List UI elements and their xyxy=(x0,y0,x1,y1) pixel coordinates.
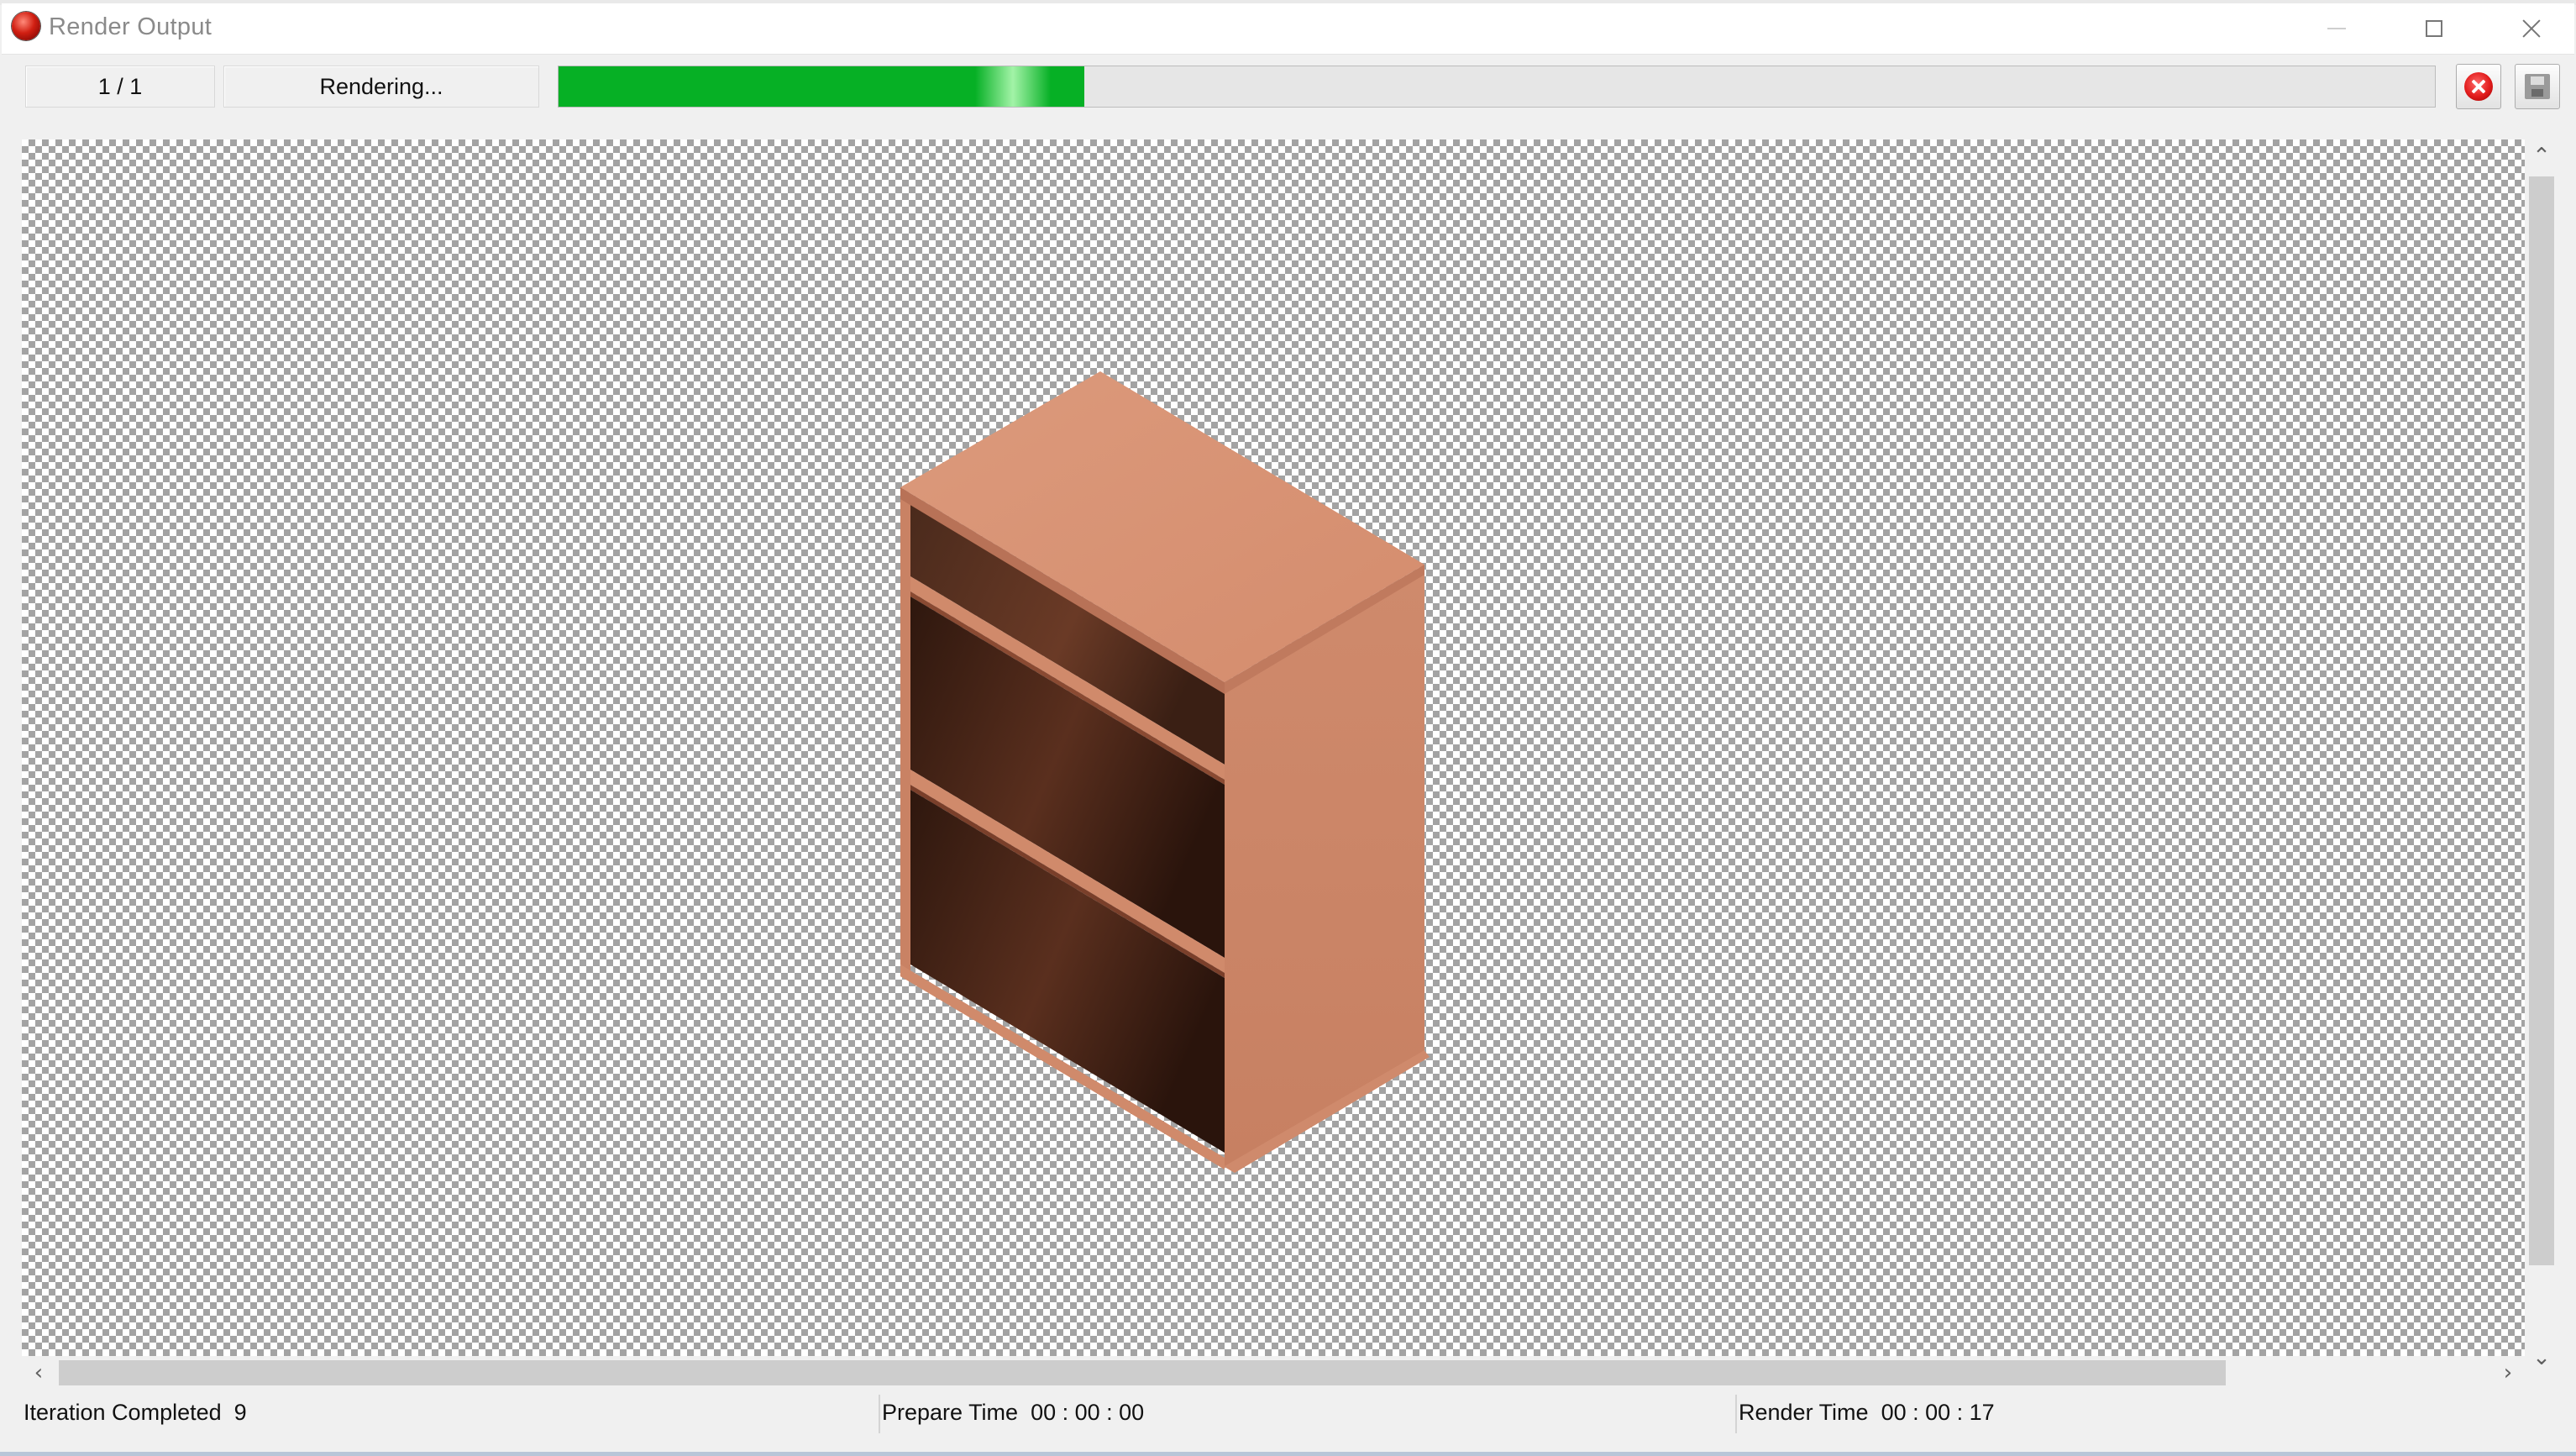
image-count-field: 1 / 1 xyxy=(25,66,215,108)
app-icon xyxy=(12,12,40,40)
status-divider xyxy=(1735,1395,1737,1433)
status-bar: Iteration Completed 9 Prepare Time 00 : … xyxy=(2,1391,2574,1447)
close-icon xyxy=(2521,18,2542,39)
iteration-status: Iteration Completed 9 xyxy=(24,1391,247,1433)
render-toolbar: 1 / 1 Rendering... xyxy=(2,55,2574,123)
save-image-button[interactable] xyxy=(2515,64,2560,109)
minimize-button[interactable] xyxy=(2298,3,2375,54)
render-viewport[interactable] xyxy=(22,139,2525,1356)
title-bar[interactable]: Render Output xyxy=(2,3,2574,55)
scroll-left-icon[interactable]: ‹ xyxy=(22,1356,55,1390)
maximize-button[interactable] xyxy=(2395,3,2473,54)
window-bottom-border xyxy=(0,1452,2576,1456)
render-time-status: Render Time 00 : 00 : 17 xyxy=(1739,1391,1995,1433)
render-output-window: Render Output 1 / 1 Rendering... ⌃ ⌄ ‹ ›… xyxy=(0,0,2576,1456)
scroll-up-icon[interactable]: ⌃ xyxy=(2525,139,2558,173)
iteration-value: 9 xyxy=(233,1399,247,1425)
scroll-down-icon[interactable]: ⌄ xyxy=(2525,1341,2558,1375)
stop-render-icon xyxy=(2464,72,2493,101)
vertical-scroll-thumb[interactable] xyxy=(2529,176,2554,1265)
horizontal-scrollbar[interactable]: ‹ › xyxy=(22,1356,2525,1390)
close-button[interactable] xyxy=(2493,3,2570,54)
window-title: Render Output xyxy=(49,13,212,40)
save-icon xyxy=(2525,74,2550,99)
stop-render-button[interactable] xyxy=(2456,64,2501,109)
render-progress-bar xyxy=(558,66,2436,108)
iteration-label: Iteration Completed xyxy=(24,1399,222,1425)
bookshelf-left-edge xyxy=(900,487,910,971)
prepare-time-status: Prepare Time 00 : 00 : 00 xyxy=(882,1391,1144,1433)
render-time-label: Render Time xyxy=(1739,1399,1869,1425)
prepare-time-label: Prepare Time xyxy=(882,1399,1019,1425)
minimize-icon xyxy=(2327,28,2346,29)
maximize-icon xyxy=(2426,20,2442,37)
bookshelf-render xyxy=(900,371,1430,1173)
horizontal-scroll-thumb[interactable] xyxy=(59,1360,2226,1385)
prepare-time-value: 00 : 00 : 00 xyxy=(1031,1399,1145,1425)
status-divider xyxy=(879,1395,880,1433)
render-status-field: Rendering... xyxy=(223,66,539,108)
vertical-scrollbar[interactable]: ⌃ ⌄ xyxy=(2525,139,2558,1375)
render-time-value: 00 : 00 : 17 xyxy=(1881,1399,1995,1425)
progress-glow xyxy=(974,66,1051,107)
scroll-right-icon[interactable]: › xyxy=(2491,1356,2525,1390)
progress-fill xyxy=(559,66,1084,107)
